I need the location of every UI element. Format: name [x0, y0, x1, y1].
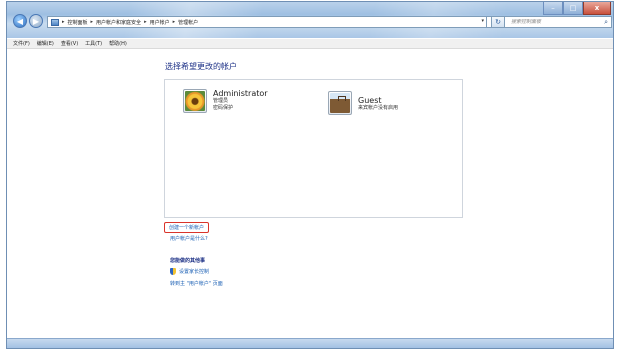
task-go-to-user-accounts[interactable]: 转到主 "用户帐户" 页面 [170, 280, 223, 287]
accounts-panel: Administrator 管理员 密码保护 Guest 来宾帐户没有启用 [164, 79, 463, 218]
briefcase-avatar-icon [328, 91, 352, 115]
menu-bar: 文件(F) 编辑(E) 查看(V) 工具(T) 帮助(H) [7, 39, 613, 49]
refresh-button[interactable]: ↻ [491, 16, 505, 28]
account-tile-administrator[interactable]: Administrator 管理员 密码保护 [183, 89, 268, 113]
task-link-label[interactable]: 设置家长控制 [179, 268, 209, 275]
page-title: 选择希望更改的帐户 [165, 62, 237, 71]
search-input[interactable] [511, 19, 601, 25]
breadcrumb-separator: ▸ [90, 19, 94, 25]
menu-view[interactable]: 查看(V) [61, 40, 78, 47]
status-bar [7, 338, 613, 348]
breadcrumb-separator: ▸ [172, 19, 176, 25]
task-parental-controls[interactable]: 设置家长控制 [170, 268, 209, 275]
account-name: Guest [358, 96, 382, 105]
breadcrumb-separator: ▸ [62, 19, 65, 25]
account-role: 管理员 [213, 98, 229, 104]
address-dropdown-icon[interactable]: ▾ [481, 18, 484, 24]
control-panel-window: – □ x ◀ ▶ ▸ 控制面板 ▸ 用户帐户和家庭安全 ▸ 用户帐户 ▸ 管理… [6, 1, 614, 349]
account-tile-guest[interactable]: Guest 来宾帐户没有启用 [328, 91, 398, 115]
forward-button[interactable]: ▶ [29, 14, 43, 28]
shield-icon [170, 268, 176, 275]
close-button[interactable]: x [583, 2, 611, 15]
breadcrumb-user-accounts[interactable]: 用户帐户 [150, 19, 170, 26]
back-button[interactable]: ◀ [13, 14, 27, 28]
menu-help[interactable]: 帮助(H) [109, 40, 127, 47]
create-account-link[interactable]: 创建一个新帐户 [164, 222, 210, 233]
breadcrumb-user-accounts-family-safety[interactable]: 用户帐户和家庭安全 [96, 19, 141, 26]
breadcrumb-manage-accounts[interactable]: 管理帐户 [178, 19, 198, 26]
menu-tools[interactable]: 工具(T) [85, 40, 102, 47]
other-tasks-heading: 您能做的其他事 [170, 258, 206, 264]
menu-file[interactable]: 文件(F) [13, 40, 30, 47]
account-status: 来宾帐户没有启用 [358, 105, 399, 111]
menu-edit[interactable]: 编辑(E) [37, 40, 54, 47]
search-icon[interactable]: ⌕ [604, 18, 608, 27]
breadcrumb-control-panel[interactable]: 控制面板 [68, 19, 88, 26]
breadcrumb-separator: ▸ [144, 19, 147, 25]
main-content: 选择希望更改的帐户 Administrator 管理员 密码保护 Guest 来… [7, 50, 613, 338]
account-status: 密码保护 [213, 105, 234, 111]
sunflower-avatar-icon [183, 89, 207, 113]
what-is-user-account-link[interactable]: 用户帐户是什么? [170, 235, 208, 242]
maximize-button[interactable]: □ [563, 2, 583, 15]
account-name: Administrator [213, 89, 268, 98]
window-controls: – □ x [543, 2, 611, 16]
minimize-button[interactable]: – [543, 2, 563, 15]
control-panel-icon [51, 18, 59, 26]
task-link-label[interactable]: 转到主 "用户帐户" 页面 [170, 280, 223, 287]
address-bar[interactable]: ▸ 控制面板 ▸ 用户帐户和家庭安全 ▸ 用户帐户 ▸ 管理帐户 ▾ [47, 16, 487, 28]
